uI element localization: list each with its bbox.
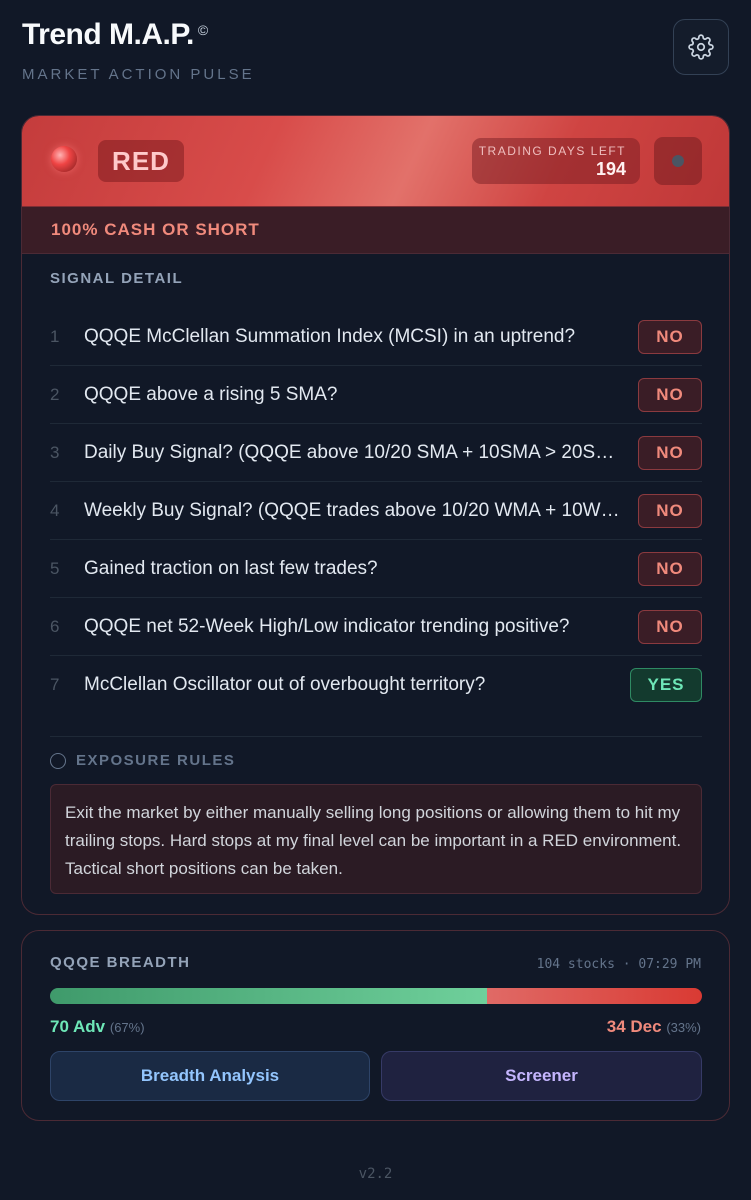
signal-banner: RED TRADING DAYS LEFT 194	[22, 116, 729, 206]
answer-badge: NO	[638, 319, 702, 354]
row-question: Gained traction on last few trades?	[84, 557, 378, 579]
divider	[50, 736, 702, 737]
signal-detail-title: SIGNAL DETAIL	[50, 270, 184, 287]
exposure-rules-title: EXPOSURE RULES	[76, 752, 236, 769]
trading-days-left: TRADING DAYS LEFT 194	[472, 138, 640, 184]
answer-badge: NO	[638, 609, 702, 644]
exposure-header[interactable]: EXPOSURE RULES	[50, 752, 235, 769]
signal-row: 6 QQQE net 52-Week High/Low indicator tr…	[50, 598, 702, 656]
row-number: 2	[50, 384, 60, 404]
trading-days-label: TRADING DAYS LEFT	[478, 144, 626, 158]
exposure-rules-text: Exit the market by either manually selli…	[50, 784, 702, 894]
stance-text: 100% CASH OR SHORT	[51, 220, 260, 239]
breadth-card: QQQE BREADTH 104 stocks · 07:29 PM 70 Ad…	[21, 930, 730, 1121]
answer-badge: NO	[638, 377, 702, 412]
indicator-dot-button[interactable]	[654, 137, 702, 185]
gear-icon	[688, 34, 714, 60]
row-number: 5	[50, 558, 60, 578]
row-question: McClellan Oscillator out of overbought t…	[84, 674, 486, 695]
breadth-meta: 104 stocks · 07:29 PM	[536, 957, 701, 972]
dot-icon	[672, 155, 684, 167]
signal-row: 7 McClellan Oscillator out of overbought…	[50, 656, 702, 714]
trading-days-value: 194	[595, 159, 626, 179]
app-title-text: Trend M.A.P.	[22, 18, 194, 51]
advancers-label: 70 Adv (67%)	[50, 1017, 145, 1037]
signal-row: 1 QQQE McClellan Summation Index (MCSI) …	[50, 308, 702, 366]
row-question: QQQE net 52-Week High/Low indicator tren…	[84, 615, 570, 637]
settings-button[interactable]	[673, 19, 729, 75]
row-question: QQQE McClellan Summation Index (MCSI) in…	[84, 325, 576, 347]
answer-badge: NO	[638, 551, 702, 586]
decliners-pct: (33%)	[666, 1020, 701, 1035]
app-subtitle: MARKET ACTION PULSE	[22, 66, 255, 83]
advancers-count: 70 Adv	[50, 1017, 106, 1036]
copyright-mark: ©	[197, 22, 208, 38]
app-title: Trend M.A.P. ©	[22, 18, 255, 52]
answer-badge: YES	[630, 668, 702, 702]
signal-status-badge: RED	[98, 140, 184, 182]
breadth-bar	[50, 988, 702, 1004]
answer-badge: NO	[638, 435, 702, 470]
signal-row: 2 QQQE above a rising 5 SMA? NO	[50, 366, 702, 424]
signal-row: 4 Weekly Buy Signal? (QQQE trades above …	[50, 482, 702, 540]
decliners-label: 34 Dec (33%)	[607, 1017, 701, 1037]
row-question: Weekly Buy Signal? (QQQE trades above 10…	[84, 499, 638, 521]
answer-badge: NO	[638, 493, 702, 528]
advancers-fill	[50, 988, 487, 1004]
breadth-analysis-button[interactable]: Breadth Analysis	[50, 1051, 370, 1101]
signal-card: RED TRADING DAYS LEFT 194 100% CASH OR S…	[21, 115, 730, 915]
row-number: 4	[50, 500, 60, 520]
version-label: v2.2	[358, 1166, 393, 1182]
signal-list: 1 QQQE McClellan Summation Index (MCSI) …	[50, 308, 702, 714]
decliners-fill	[486, 988, 702, 1004]
signal-row: 3 Daily Buy Signal? (QQQE above 10/20 SM…	[50, 424, 702, 482]
screener-button[interactable]: Screener	[381, 1051, 702, 1101]
breadth-title: QQQE BREADTH	[50, 954, 191, 971]
row-number: 7	[50, 675, 60, 694]
decliners-count: 34 Dec	[606, 1017, 662, 1036]
row-number: 6	[50, 616, 60, 636]
row-question: Daily Buy Signal? (QQQE above 10/20 SMA …	[84, 441, 630, 463]
row-question: QQQE above a rising 5 SMA?	[84, 383, 338, 405]
circle-icon	[50, 752, 66, 769]
stance-bar: 100% CASH OR SHORT	[22, 206, 729, 254]
row-number: 3	[50, 442, 60, 462]
app-header: Trend M.A.P. © MARKET ACTION PULSE	[22, 18, 255, 83]
signal-row: 5 Gained traction on last few trades? NO	[50, 540, 702, 598]
status-led-icon	[51, 146, 77, 172]
row-number: 1	[50, 326, 60, 346]
advancers-pct: (67%)	[109, 1020, 145, 1035]
